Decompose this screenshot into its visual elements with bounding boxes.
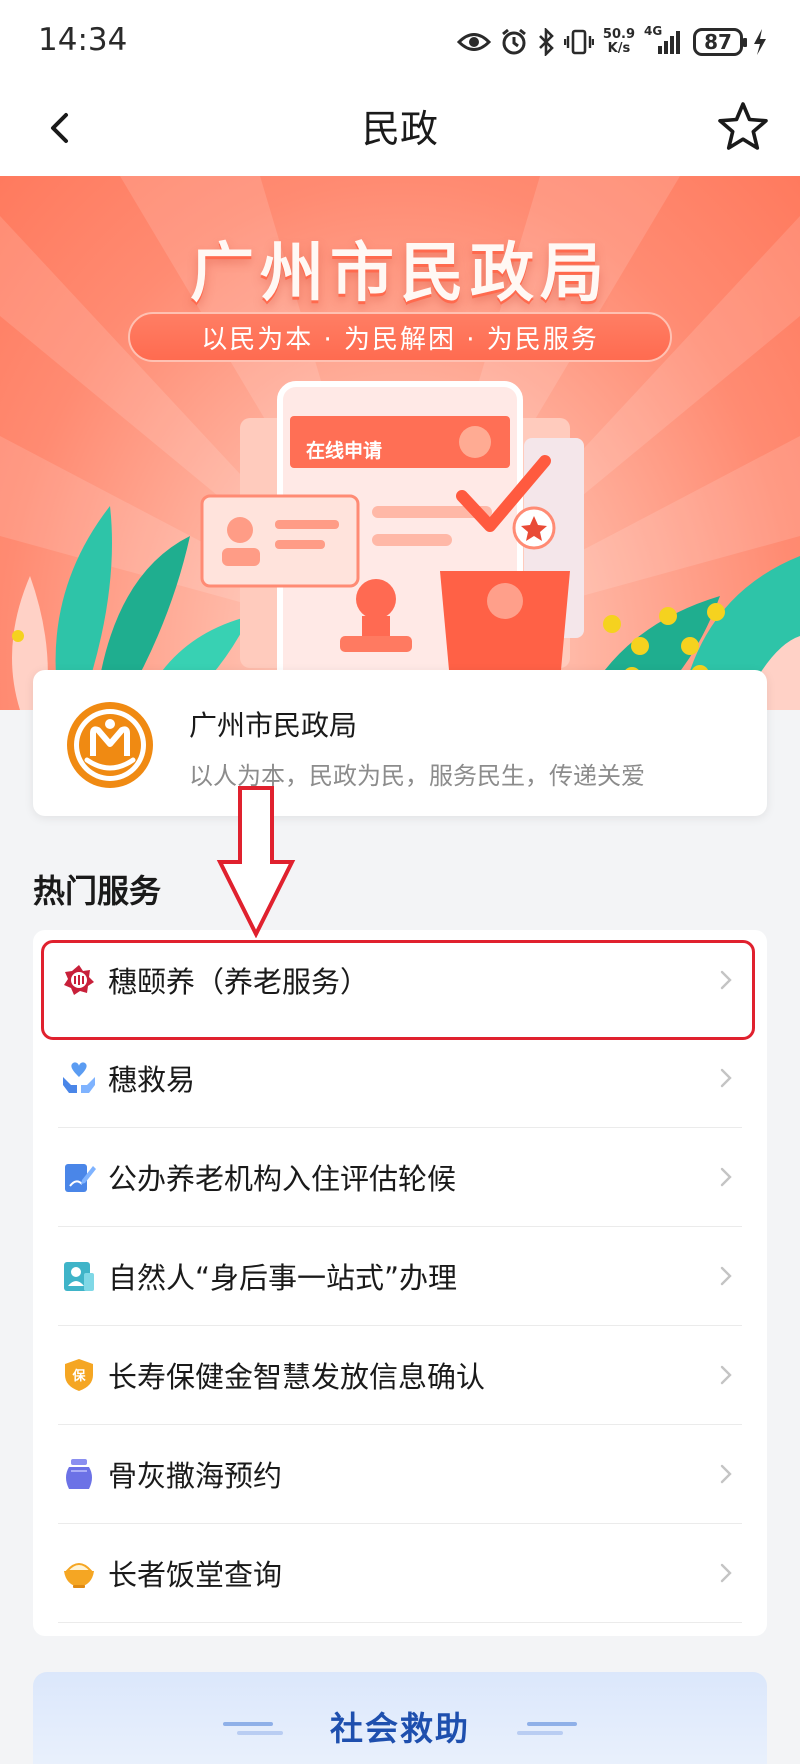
annotation-arrow-down (216, 786, 296, 938)
page-title: 民政 (361, 107, 438, 151)
org-name: 广州市民政局 (189, 709, 358, 742)
vibrate-icon (563, 24, 594, 60)
service-item-suiyiyang[interactable]: 穗颐养（养老服务） (58, 930, 742, 1029)
hot-services-list: 穗颐养（养老服务） 穗救易 公办养老机构入住评估轮候 自然人“身后事一站式”办理 (33, 930, 767, 1636)
service-label: 穗颐养（养老服务） (108, 964, 370, 999)
bluetooth-icon (537, 24, 555, 60)
rice-bowl-icon (60, 1554, 98, 1592)
service-label: 穗救易 (108, 1063, 196, 1097)
network-type: 4G (644, 24, 663, 38)
signal-icon: 4G (644, 24, 684, 60)
service-item-public-elderly-care[interactable]: 公办养老机构入住评估轮候 (58, 1128, 742, 1227)
favorite-button[interactable] (708, 92, 778, 162)
service-item-suijiuyi[interactable]: 穗救易 (58, 1029, 742, 1128)
net-speed: 50.9 K/s (603, 24, 635, 60)
decorative-lines-right (517, 1722, 577, 1735)
service-label: 骨灰撒海预约 (108, 1459, 283, 1493)
hands-heart-icon (60, 1059, 98, 1097)
social-assistance-title: 社会救助 (330, 1709, 470, 1748)
star-outline-icon (718, 102, 768, 150)
service-item-sea-burial[interactable]: 骨灰撒海预约 (58, 1425, 742, 1524)
edit-document-icon (60, 1158, 98, 1196)
status-time: 14:34 (38, 22, 128, 58)
org-card[interactable]: 广州市民政局 以人为本，民政为民，服务民生，传递关爱 (33, 670, 767, 816)
service-label: 长寿保健金智慧发放信息确认 (108, 1360, 486, 1394)
service-item-posthumous-affairs[interactable]: 自然人“身后事一站式”办理 (58, 1227, 742, 1326)
hot-services-title: 热门服务 (33, 872, 162, 910)
eye-icon (456, 24, 491, 60)
service-label: 自然人“身后事一站式”办理 (108, 1261, 458, 1295)
battery-icon: 87 (693, 28, 747, 56)
service-label: 公办养老机构入住评估轮候 (108, 1162, 457, 1196)
chevron-right-icon (714, 968, 738, 992)
banner-art-label: 在线申请 (306, 440, 383, 462)
chevron-right-icon (714, 1363, 738, 1387)
chevron-right-icon (714, 1264, 738, 1288)
service-item-senior-canteen[interactable]: 长者饭堂查询 (58, 1524, 742, 1623)
chevron-right-icon (714, 1165, 738, 1189)
suiyiyang-logo-icon (60, 961, 98, 999)
service-item-longevity-fund[interactable]: 保 长寿保健金智慧发放信息确认 (58, 1326, 742, 1425)
civil-affairs-logo-icon (67, 702, 153, 788)
net-speed-unit: K/s (607, 41, 631, 56)
hero-banner: 广州市民政局 以民为本 · 为民解困 · 为民服务 在线申请 (0, 176, 800, 710)
social-assistance-section: 社会救助 (33, 1672, 767, 1764)
chevron-right-icon (714, 1561, 738, 1585)
nav-bar: 民政 (0, 84, 800, 176)
person-card-icon (60, 1257, 98, 1295)
chevron-right-icon (714, 1066, 738, 1090)
status-bar: 14:34 50.9 K/s 4G 87 (0, 0, 800, 84)
status-icons: 50.9 K/s 4G 87 (456, 24, 768, 60)
net-speed-value: 50.9 (602, 27, 635, 42)
svg-text:保: 保 (71, 1368, 86, 1384)
urn-icon (60, 1455, 98, 1493)
chevron-right-icon (714, 1462, 738, 1486)
banner-illustration (12, 381, 800, 710)
charging-icon (752, 24, 768, 60)
battery-level: 87 (704, 30, 732, 54)
alarm-icon (500, 24, 528, 60)
shield-bao-icon: 保 (60, 1356, 98, 1394)
service-label: 长者饭堂查询 (108, 1558, 283, 1592)
